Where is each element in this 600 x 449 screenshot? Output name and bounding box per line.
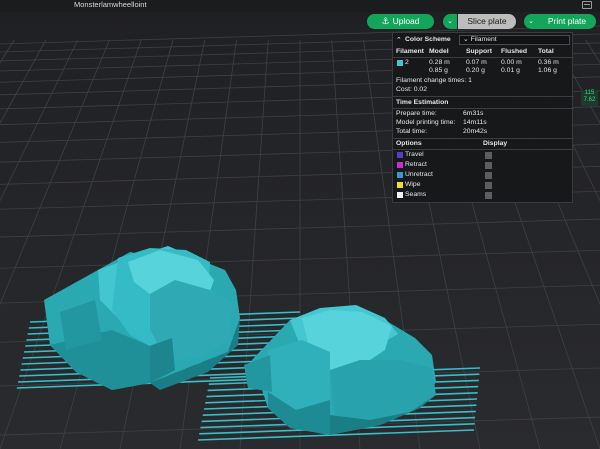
coordinate-readout: 115 7.62 bbox=[581, 90, 598, 106]
divider bbox=[393, 57, 574, 58]
title-bar: Monsterlamwheelloint bbox=[0, 0, 600, 12]
display-title: Display bbox=[483, 140, 508, 147]
unretract-display-toggle[interactable] bbox=[485, 172, 492, 179]
total-length: 0.36 m bbox=[538, 59, 559, 66]
col-model: Model bbox=[429, 48, 449, 55]
travel-swatch bbox=[397, 152, 403, 158]
upload-button[interactable]: ⚓ Upload bbox=[367, 14, 434, 29]
readout-line-1: 115 bbox=[584, 90, 595, 96]
col-filament: Filament bbox=[396, 48, 424, 55]
options-title: Options bbox=[396, 140, 422, 147]
total-weight: 1.06 g bbox=[538, 67, 557, 74]
col-support: Support bbox=[466, 48, 493, 55]
chevron-down-icon: ⌄ bbox=[447, 18, 453, 25]
col-flushed: Flushed bbox=[501, 48, 528, 55]
project-title: Monsterlamwheelloint bbox=[74, 0, 147, 9]
option-unretract-label: Unretract bbox=[405, 171, 433, 178]
window-icon[interactable] bbox=[582, 1, 592, 9]
model-weight: 0.85 g bbox=[429, 67, 448, 74]
upload-icon: ⚓ bbox=[381, 16, 390, 26]
model-print-time-value: 14m11s bbox=[463, 119, 487, 126]
total-time-label: Total time: bbox=[396, 128, 427, 135]
travel-display-toggle[interactable] bbox=[485, 152, 492, 159]
divider bbox=[393, 108, 574, 109]
divider bbox=[393, 96, 574, 97]
model-print-time-label: Model printing time: bbox=[396, 119, 456, 126]
readout-line-2: 7.62 bbox=[583, 97, 596, 103]
divider bbox=[393, 138, 574, 139]
slice-plate-label: Slice plate bbox=[467, 16, 507, 26]
flushed-weight: 0.01 g bbox=[501, 67, 520, 74]
print-plate-label: Print plate bbox=[547, 16, 587, 26]
slice-dropdown-button[interactable]: ⌄ bbox=[443, 14, 457, 29]
chevron-down-icon: ⌄ bbox=[528, 18, 534, 25]
prepare-time-label: Prepare time: bbox=[396, 110, 437, 117]
option-seams-label: Seams bbox=[405, 191, 427, 198]
total-time-value: 20m42s bbox=[463, 128, 488, 135]
option-wipe-label: Wipe bbox=[405, 181, 421, 188]
print-plate-button[interactable]: Print plate bbox=[538, 14, 596, 29]
support-weight: 0.20 g bbox=[466, 67, 485, 74]
print-dropdown-button[interactable]: ⌄ bbox=[524, 14, 538, 29]
cost: Cost: 0.02 bbox=[396, 86, 427, 93]
color-scheme-label: Color Scheme bbox=[405, 36, 451, 43]
chevron-down-icon: ⌄ bbox=[463, 36, 469, 43]
col-total: Total bbox=[538, 48, 554, 55]
wipe-display-toggle[interactable] bbox=[485, 182, 492, 189]
filament-change-times: Filament change times: 1 bbox=[396, 77, 472, 84]
collapse-icon[interactable]: ⌃ bbox=[396, 36, 402, 44]
option-travel-label: Travel bbox=[405, 151, 424, 158]
model-length: 0.28 m bbox=[429, 59, 450, 66]
unretract-swatch bbox=[397, 172, 403, 178]
seams-display-toggle[interactable] bbox=[485, 192, 492, 199]
gcode-legend-panel: ⌃ Color Scheme ⌄ Filament Filament Model… bbox=[392, 32, 574, 203]
seams-swatch bbox=[397, 192, 403, 198]
option-retract-label: Retract bbox=[405, 161, 427, 168]
divider bbox=[393, 149, 574, 150]
filament-index: 2 bbox=[405, 59, 409, 66]
time-estimation-title: Time Estimation bbox=[396, 99, 449, 106]
prepare-time-value: 6m31s bbox=[463, 110, 484, 117]
color-scheme-value: Filament bbox=[470, 36, 497, 43]
filament-swatch bbox=[397, 60, 403, 66]
support-length: 0.07 m bbox=[466, 59, 487, 66]
retract-swatch bbox=[397, 162, 403, 168]
slice-plate-button[interactable]: Slice plate bbox=[458, 14, 516, 29]
retract-display-toggle[interactable] bbox=[485, 162, 492, 169]
upload-label: Upload bbox=[392, 16, 420, 26]
wipe-swatch bbox=[397, 182, 403, 188]
color-scheme-select[interactable]: ⌄ Filament bbox=[459, 35, 570, 45]
flushed-length: 0.00 m bbox=[501, 59, 522, 66]
